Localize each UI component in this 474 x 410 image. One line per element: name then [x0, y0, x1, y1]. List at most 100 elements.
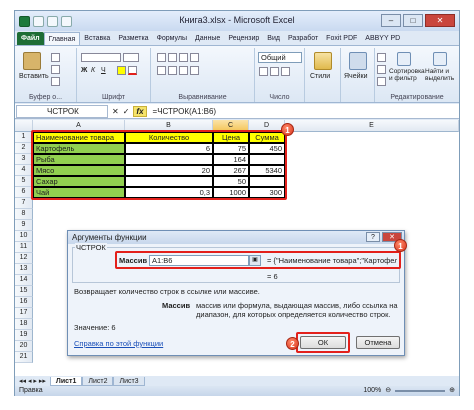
row-header[interactable]: 20 — [15, 341, 33, 352]
sheet-tabs-bar: ◂◂ ◂ ▸ ▸▸ Лист1 Лист2 Лист3 — [15, 376, 459, 386]
row-header[interactable]: 7 — [15, 198, 33, 209]
zoom-level[interactable]: 100% — [363, 386, 381, 396]
tab-file[interactable]: Файл — [17, 32, 44, 45]
row-header[interactable]: 9 — [15, 220, 33, 231]
status-mode: Правка — [19, 387, 43, 394]
enter-formula-icon[interactable]: ✓ — [123, 107, 130, 116]
sort-filter-icon[interactable] — [397, 52, 411, 66]
cut-icon[interactable] — [51, 52, 60, 62]
cells-icon[interactable] — [349, 52, 367, 70]
percent-icon[interactable] — [270, 66, 279, 76]
row-header[interactable]: 12 — [15, 253, 33, 264]
function-description: Возвращает количество строк в ссылке или… — [74, 287, 260, 296]
cells-label[interactable]: Ячейки — [344, 73, 367, 80]
zoom-in-icon[interactable]: ⊕ — [449, 386, 455, 396]
tab-insert[interactable]: Вставка — [80, 32, 114, 45]
align-center-icon[interactable] — [168, 65, 177, 75]
step-badge: 1 — [394, 239, 407, 252]
arguments-fieldset: ЧСТРОК Массив A1:B6 ▣ = {"Наименование т… — [72, 243, 401, 283]
function-help-link[interactable]: Справка по этой функции — [74, 339, 163, 348]
styles-icon[interactable] — [314, 52, 332, 70]
tab-home[interactable]: Главная — [43, 32, 81, 45]
align-bottom-icon[interactable] — [179, 52, 188, 62]
formula-input[interactable]: =ЧСТРОК(A1:B6) — [153, 107, 217, 116]
tab-developer[interactable]: Разработ — [284, 32, 322, 45]
align-top-icon[interactable] — [157, 52, 166, 62]
step-badge: 2 — [286, 337, 299, 350]
fill-icon[interactable] — [377, 64, 386, 74]
tab-abbyy[interactable]: ABBYY PD — [361, 32, 404, 45]
alignment-group: Выравнивание — [151, 48, 255, 102]
tab-view[interactable]: Вид — [263, 32, 284, 45]
font-group: Ж К Ч Шрифт — [77, 48, 151, 102]
italic-icon[interactable]: К — [91, 65, 95, 75]
row-header[interactable]: 14 — [15, 275, 33, 286]
column-header[interactable]: E — [285, 120, 459, 132]
autosum-icon[interactable] — [377, 52, 386, 62]
cancel-formula-icon[interactable]: ✕ — [112, 107, 119, 116]
styles-label[interactable]: Стили — [310, 73, 330, 80]
font-size-select[interactable] — [123, 52, 139, 62]
merge-icon[interactable] — [190, 65, 199, 75]
ribbon-tabs: Файл Главная Вставка Разметка Формулы Да… — [15, 31, 459, 45]
row-header[interactable]: 21 — [15, 352, 33, 363]
find-select-label[interactable]: Найти и выделить — [425, 68, 459, 82]
font-name-select[interactable] — [81, 52, 121, 62]
row-header[interactable]: 16 — [15, 297, 33, 308]
align-right-icon[interactable] — [179, 65, 188, 75]
tab-layout[interactable]: Разметка — [114, 32, 152, 45]
sort-filter-label[interactable]: Сортировка и фильтр — [389, 68, 425, 82]
spreadsheet-grid[interactable]: A B C D E 1 2 3 4 5 6 7 8 9 10 11 12 13 … — [15, 120, 459, 376]
cancel-button[interactable]: Отмена — [356, 336, 400, 349]
clipboard-group-label: Буфер о... — [28, 94, 63, 101]
argument-description: массив или формула, выдающая массив, либ… — [196, 301, 398, 319]
underline-icon[interactable]: Ч — [101, 65, 106, 75]
sheet-nav-icon[interactable]: ◂◂ ◂ ▸ ▸▸ — [15, 377, 50, 385]
row-header[interactable]: 18 — [15, 319, 33, 330]
fill-color-icon[interactable] — [117, 65, 126, 75]
paste-label[interactable]: Вставить — [19, 73, 49, 80]
sheet-tab[interactable]: Лист2 — [82, 376, 114, 386]
maximize-button[interactable]: □ — [403, 14, 423, 27]
excel-window: Книга3.xlsx - Microsoft Excel – □ ✕ Файл… — [14, 10, 460, 396]
sheet-tab[interactable]: Лист3 — [113, 376, 145, 386]
align-left-icon[interactable] — [157, 65, 166, 75]
row-header[interactable]: 8 — [15, 209, 33, 220]
align-middle-icon[interactable] — [168, 52, 177, 62]
row-header[interactable]: 10 — [15, 231, 33, 242]
range-highlight — [31, 130, 287, 200]
ok-button[interactable]: ОК — [300, 336, 346, 349]
clear-icon[interactable] — [377, 76, 386, 86]
row-header[interactable]: 11 — [15, 242, 33, 253]
step-badge: 1 — [281, 123, 294, 136]
find-select-icon[interactable] — [433, 52, 447, 66]
tab-formulas[interactable]: Формулы — [153, 32, 191, 45]
zoom-slider[interactable] — [395, 390, 446, 392]
row-header[interactable]: 15 — [15, 286, 33, 297]
copy-icon[interactable] — [51, 64, 60, 74]
cells-group: Ячейки — [341, 48, 375, 102]
row-header[interactable]: 13 — [15, 264, 33, 275]
tab-foxit[interactable]: Foxit PDF — [322, 32, 361, 45]
insert-function-icon[interactable]: fx — [133, 105, 147, 117]
number-format-select[interactable]: Общий — [258, 52, 302, 63]
minimize-button[interactable]: – — [381, 14, 401, 27]
close-button[interactable]: ✕ — [425, 14, 455, 27]
paste-icon[interactable] — [23, 52, 41, 70]
thousands-icon[interactable] — [281, 66, 290, 76]
tab-review[interactable]: Рецензир — [224, 32, 263, 45]
name-box[interactable]: ЧСТРОК — [16, 104, 108, 118]
dialog-help-button[interactable]: ? — [366, 232, 380, 242]
bold-icon[interactable]: Ж — [81, 65, 87, 75]
font-color-icon[interactable] — [128, 65, 137, 75]
format-painter-icon[interactable] — [51, 76, 60, 86]
row-header[interactable]: 17 — [15, 308, 33, 319]
currency-icon[interactable] — [259, 66, 268, 76]
tab-data[interactable]: Данные — [191, 32, 224, 45]
sheet-tab[interactable]: Лист1 — [49, 376, 83, 386]
editing-group: Сортировка и фильтр Найти и выделить Ред… — [375, 48, 459, 102]
zoom-out-icon[interactable]: ⊖ — [385, 386, 391, 396]
wrap-text-icon[interactable] — [190, 52, 199, 62]
row-header[interactable]: 19 — [15, 330, 33, 341]
title-bar: Книга3.xlsx - Microsoft Excel – □ ✕ — [15, 11, 459, 31]
